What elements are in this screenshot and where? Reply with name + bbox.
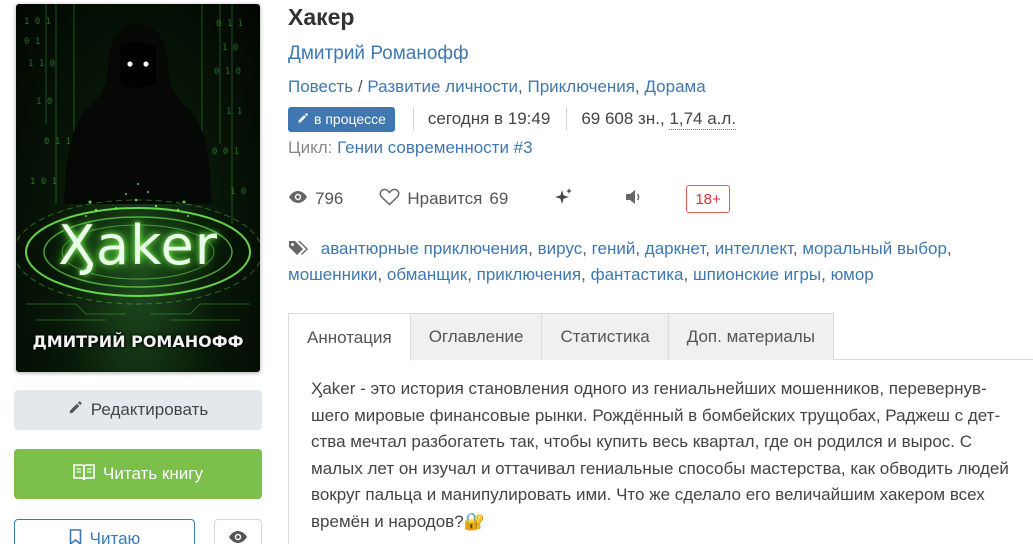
tag-link[interactable]: фантастика	[591, 265, 684, 284]
cycle-label: Цикл:	[288, 138, 333, 157]
tag-link[interactable]: авантюрные приключения	[321, 239, 528, 258]
status-badge: в процессе	[288, 106, 395, 132]
tag-link[interactable]: гений	[592, 239, 636, 258]
speaker-icon[interactable]	[624, 188, 644, 211]
tag-link[interactable]: мошенники	[288, 265, 377, 284]
heart-icon	[379, 188, 400, 211]
cover-title: Ӽaker	[58, 214, 218, 277]
tag-link[interactable]: моральный выбор	[802, 239, 947, 258]
genre-separator: /	[357, 77, 363, 96]
bookmark-icon	[69, 528, 82, 544]
svg-text:0 1 0: 0 1 0	[214, 67, 241, 77]
tag-link[interactable]: юмор	[831, 265, 874, 284]
stats-row: 796 Нравится 69 18+	[288, 184, 730, 214]
book-open-icon	[73, 463, 95, 486]
cycle-link[interactable]: Гении современности #3	[337, 138, 533, 157]
divider	[412, 107, 414, 131]
tag-link[interactable]: обманщик	[387, 265, 467, 284]
tab-contents[interactable]: Оглавление	[409, 313, 543, 360]
genre-link[interactable]: Развитие личности	[367, 77, 518, 96]
svg-text:1 1: 1 1	[226, 107, 242, 117]
edit-button-label: Редактировать	[90, 400, 209, 419]
size-chars: 69 608 зн.,	[581, 109, 665, 128]
edit-button[interactable]: Редактировать	[14, 390, 262, 430]
tag-link[interactable]: шпионские игры	[693, 265, 821, 284]
divider	[566, 107, 568, 131]
cycle-line: Цикл: Гении современности #3	[288, 138, 533, 158]
book-tabs: Аннотация Оглавление Статистика Доп. мат…	[288, 313, 1033, 361]
likes-button[interactable]: Нравится 69	[379, 188, 508, 211]
author-link[interactable]: Дмитрий Романофф	[288, 43, 469, 65]
genre-link[interactable]: Приключения	[528, 77, 636, 96]
cover-artwork: 1 0 10 11 1 0 0 1 11 00 1 0 1 01 10 1 1 …	[16, 4, 260, 321]
age-rating-badge: 18+	[686, 185, 730, 213]
cover-author: ДМИТРИЙ РОМАНОФФ	[32, 332, 244, 351]
svg-text:1 0 1: 1 0 1	[30, 177, 57, 187]
status-label: в процессе	[314, 111, 386, 127]
tags-list: авантюрные приключения, вирус, гений, да…	[288, 239, 952, 284]
tab-annotation[interactable]: Аннотация	[288, 313, 411, 361]
annotation-text: Ӽaker - это история становления одного и…	[288, 360, 1033, 544]
book-title: Хакер	[288, 4, 355, 30]
status-row: в процессе сегодня в 19:49 69 608 зн., 1…	[288, 106, 737, 132]
svg-text:1 0 1: 1 0 1	[24, 17, 51, 27]
pencil-icon	[297, 111, 309, 127]
tags-icon	[288, 239, 321, 258]
likes-label: Нравится	[407, 189, 483, 208]
tag-link[interactable]: даркнет	[645, 239, 705, 258]
eye-icon	[228, 529, 248, 544]
size-sheets[interactable]: 1,74 а.л.	[669, 109, 737, 130]
reading-label: Читаю	[89, 529, 141, 544]
tab-statistics[interactable]: Статистика	[541, 313, 669, 360]
views-count: 796	[315, 189, 344, 208]
genre-link[interactable]: Дорама	[644, 77, 705, 96]
svg-text:1 0: 1 0	[222, 43, 238, 53]
updated-time: сегодня в 19:49	[427, 109, 551, 128]
likes-count: 69	[489, 189, 509, 208]
genres-line: Повесть / Развитие личности, Приключения…	[288, 77, 706, 96]
svg-text:0 1: 0 1	[24, 37, 40, 47]
read-book-button[interactable]: Читать книгу	[14, 449, 262, 499]
tag-link[interactable]: вирус	[538, 239, 583, 258]
tag-link[interactable]: интеллект	[715, 239, 793, 258]
svg-text:1 0: 1 0	[36, 97, 52, 107]
watch-button[interactable]	[214, 519, 262, 544]
book-cover[interactable]: 1 0 10 11 1 0 0 1 11 00 1 0 1 01 10 1 1 …	[16, 4, 260, 372]
views-stat: 796	[288, 189, 343, 209]
svg-text:1 1 0: 1 1 0	[28, 59, 55, 69]
read-book-label: Читать книгу	[103, 464, 203, 483]
pencil-icon	[68, 400, 83, 420]
tab-extra-materials[interactable]: Доп. материалы	[667, 313, 834, 360]
sparkles-icon[interactable]	[554, 187, 574, 212]
svg-text:0 1 1: 0 1 1	[44, 137, 71, 147]
tag-link[interactable]: приключения	[477, 265, 581, 284]
form-link[interactable]: Повесть	[288, 77, 353, 96]
reading-button[interactable]: Читаю	[14, 519, 195, 544]
svg-text:0 0 1: 0 0 1	[212, 147, 239, 157]
eye-icon	[288, 189, 308, 209]
